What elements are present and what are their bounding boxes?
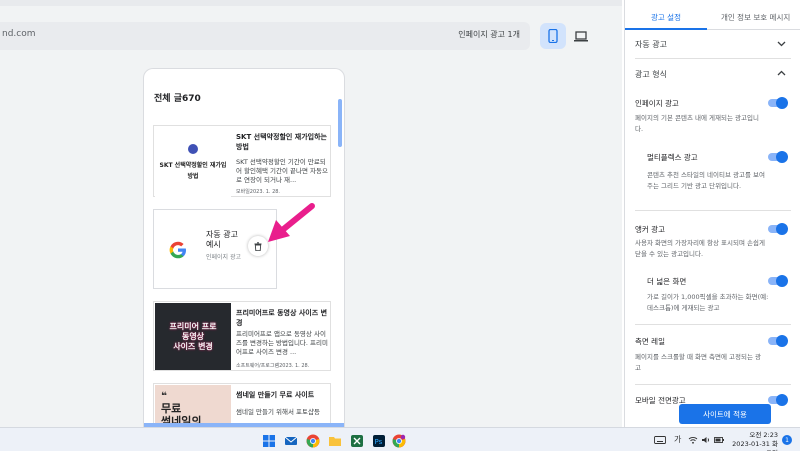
divider bbox=[635, 384, 791, 385]
chevron-down-icon[interactable] bbox=[777, 41, 786, 47]
option-label: 인페이지 광고 bbox=[635, 99, 679, 108]
blog-post-count-title: 전체 글670 bbox=[154, 94, 201, 104]
thumbnail-text: 사이즈 변경 bbox=[173, 341, 213, 351]
post-card[interactable]: SKT 선택약정할인 재가입 방법 SKT 선택약정할인 재가입하는 방법 SK… bbox=[153, 125, 331, 197]
post-card[interactable]: 프리미어 프로 동영상 사이즈 변경 프리미어프로 동영상 사이즈 변경 프리미… bbox=[153, 301, 331, 371]
post-card[interactable]: ❝ 무료 썸네일의 썸네일 만들기 무료 사이트 썸네일 만들기 위해서 포토샵… bbox=[153, 383, 331, 427]
ad-count-status: 인페이지 광고 1개 bbox=[458, 30, 520, 39]
thumbnail-text: SKT 선택약정할인 재가입 bbox=[159, 162, 227, 169]
clock-time: 오전 2:23 bbox=[749, 431, 778, 439]
option-description: 사용자 화면의 가장자리에 항상 표시되며 손쉽게 닫을 수 있는 광고입니다. bbox=[635, 239, 765, 258]
volume-icon[interactable] bbox=[701, 436, 711, 444]
post-meta: 소프트웨어/프로그램2023. 1. 28. bbox=[236, 363, 310, 369]
chrome-icon[interactable] bbox=[306, 433, 320, 448]
post-title[interactable]: 썸네일 만들기 무료 사이트 bbox=[236, 390, 328, 400]
post-meta: 모바일2023. 1. 28. bbox=[236, 189, 281, 195]
windows-taskbar: Ps 가 오전 2:23 2023-01-31 화요일 1 bbox=[0, 427, 800, 451]
option-label: 측면 레일 bbox=[635, 337, 665, 346]
preview-url-bar: nd.com 인페이지 광고 1개 bbox=[0, 22, 530, 50]
thumbnail-text: 동영상 bbox=[181, 331, 205, 341]
battery-icon[interactable] bbox=[714, 436, 724, 444]
auto-ads-section[interactable]: 자동 광고 bbox=[635, 39, 667, 50]
auto-ad-example: 자동 광고 예시 인페이지 광고 bbox=[153, 209, 277, 289]
thumbnail-text: 프리미어 프로 bbox=[169, 321, 217, 331]
windows-start-icon[interactable] bbox=[262, 433, 276, 447]
mobile-preview-button[interactable] bbox=[540, 23, 566, 49]
apply-to-site-button[interactable]: 사이트에 적용 bbox=[679, 404, 771, 424]
option-label: 멀티플렉스 광고 bbox=[647, 153, 698, 162]
quote-icon: ❝ bbox=[161, 391, 167, 402]
file-explorer-icon[interactable] bbox=[328, 433, 342, 447]
photoshop-icon[interactable]: Ps bbox=[372, 433, 386, 447]
thumbnail-text: 방법 bbox=[187, 173, 199, 180]
google-logo-icon bbox=[169, 241, 186, 259]
excel-icon[interactable] bbox=[350, 433, 364, 447]
post-title[interactable]: SKT 선택약정할인 재가입하는 방법 bbox=[236, 132, 328, 152]
multiplex-ads-toggle[interactable] bbox=[768, 151, 788, 163]
verified-badge-icon bbox=[188, 144, 198, 154]
preview-scrollbar[interactable] bbox=[338, 99, 342, 147]
ad-example-title: 자동 광고 예시 bbox=[206, 230, 238, 249]
laptop-icon bbox=[574, 30, 588, 41]
option-label: 모바일 전면광고 bbox=[635, 396, 686, 405]
post-title[interactable]: 프리미어프로 동영상 사이즈 변경 bbox=[236, 308, 328, 328]
ad-formats-section[interactable]: 광고 형식 bbox=[635, 69, 667, 80]
input-language-indicator[interactable]: 가 bbox=[674, 434, 681, 445]
preview-top-strip bbox=[0, 0, 622, 6]
option-description: 콘텐츠 추천 스타일의 네이티브 광고를 보여 주는 그리드 기반 광고 단위입… bbox=[647, 171, 765, 190]
preview-area: nd.com 인페이지 광고 1개 전체 글670 SKT 선택약정할인 재가입… bbox=[0, 0, 622, 427]
chevron-up-icon[interactable] bbox=[777, 70, 786, 76]
post-excerpt: SKT 선택약정할인 기간이 만료되어 할인혜택 기간이 끝나면 자동으로 연장… bbox=[236, 158, 328, 184]
divider bbox=[635, 58, 791, 59]
wider-screens-toggle[interactable] bbox=[768, 275, 788, 287]
notification-badge[interactable]: 1 bbox=[782, 435, 792, 445]
post-excerpt: 프리미어프로 앱으로 동영상 사이즈를 변경하는 방법입니다. 프리미어프로 사… bbox=[236, 330, 328, 356]
thumbnail-text: 무료 bbox=[161, 402, 182, 415]
option-description: 페이지를 스크롤할 때 화면 측면에 고정되는 광고 bbox=[635, 353, 762, 372]
mobile-interstitial-toggle[interactable] bbox=[768, 394, 788, 406]
in-page-ads-toggle[interactable] bbox=[768, 97, 788, 109]
post-thumbnail: SKT 선택약정할인 재가입 방법 bbox=[155, 127, 231, 197]
tab-ad-settings[interactable]: 광고 설정 bbox=[651, 12, 681, 23]
tab-privacy-messages[interactable]: 개인 정보 보호 메시지 bbox=[721, 12, 790, 23]
option-label: 앵커 광고 bbox=[635, 225, 665, 234]
svg-text:Ps: Ps bbox=[375, 438, 383, 446]
post-thumbnail: 프리미어 프로 동영상 사이즈 변경 bbox=[155, 303, 231, 370]
option-label: 더 넓은 화면 bbox=[647, 277, 687, 286]
side-rail-toggle[interactable] bbox=[768, 335, 788, 347]
ad-example-type: 인페이지 광고 bbox=[206, 254, 242, 261]
option-description: 페이지의 기본 콘텐츠 내에 게재되는 광고입니다. bbox=[635, 114, 759, 133]
post-thumbnail: ❝ 무료 썸네일의 bbox=[155, 385, 231, 427]
settings-tabs: 광고 설정 개인 정보 보호 메시지 bbox=[625, 4, 800, 30]
chrome-profile-icon[interactable] bbox=[392, 433, 406, 448]
active-tab-indicator bbox=[625, 28, 707, 30]
pointer-arrow-icon bbox=[268, 203, 315, 242]
smartphone-icon bbox=[548, 29, 558, 43]
anchor-ads-toggle[interactable] bbox=[768, 223, 788, 235]
post-excerpt: 썸네일 만들기 위해서 포토샵등 bbox=[236, 408, 320, 416]
system-clock[interactable]: 오전 2:23 2023-01-31 화요일 bbox=[728, 431, 778, 451]
mail-icon[interactable] bbox=[284, 433, 298, 447]
ad-settings-panel: 광고 설정 개인 정보 보호 메시지 자동 광고 광고 형식 인페이지 광고 페… bbox=[624, 0, 800, 427]
keyboard-icon[interactable] bbox=[654, 436, 666, 444]
desktop-preview-button[interactable] bbox=[568, 23, 594, 49]
preview-url: nd.com bbox=[2, 29, 36, 39]
option-description: 가로 길이가 1,000픽셀을 초과하는 화면(예: 데스크톱)에 게재되는 광… bbox=[647, 293, 769, 312]
wifi-icon[interactable] bbox=[688, 436, 698, 444]
mobile-page-preview: 전체 글670 SKT 선택약정할인 재가입 방법 SKT 선택약정할인 재가입… bbox=[143, 68, 345, 427]
trash-icon bbox=[254, 241, 262, 251]
divider bbox=[635, 324, 791, 325]
clock-date: 2023-01-31 화요일 bbox=[732, 440, 778, 451]
divider bbox=[635, 210, 791, 211]
